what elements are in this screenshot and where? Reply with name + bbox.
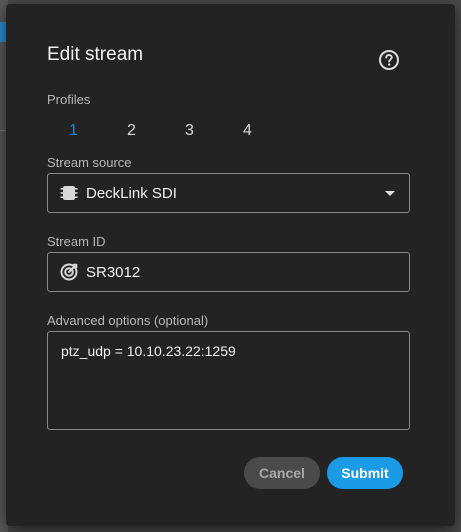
submit-button[interactable]: Submit: [327, 457, 403, 489]
chevron-down-icon[interactable]: [385, 191, 395, 196]
cancel-button[interactable]: Cancel: [244, 457, 320, 489]
stream-id-field[interactable]: SR3012: [47, 252, 410, 292]
advanced-options-label: Advanced options (optional): [47, 313, 209, 328]
dialog-title: Edit stream: [47, 44, 144, 65]
tab-profile-3[interactable]: 3: [163, 122, 221, 144]
target-check-icon: [60, 263, 78, 281]
stream-source-select[interactable]: DeckLink SDI: [47, 173, 410, 213]
stream-source-label: Stream source: [47, 155, 132, 170]
tab-profile-1[interactable]: 1: [47, 122, 105, 144]
edit-stream-dialog: Edit stream Profiles 1 2 3 4 Stream sour…: [6, 4, 455, 526]
profiles-label: Profiles: [47, 92, 91, 107]
stream-source-value: DeckLink SDI: [86, 185, 177, 202]
advanced-options-textarea[interactable]: ptz_udp = 10.10.23.22:1259: [47, 331, 410, 430]
stream-id-value: SR3012: [86, 264, 141, 281]
sdi-card-icon: [60, 186, 78, 200]
help-icon[interactable]: [378, 49, 400, 71]
tab-profile-4[interactable]: 4: [221, 122, 279, 144]
tab-profile-2[interactable]: 2: [105, 122, 163, 144]
stream-id-label: Stream ID: [47, 234, 106, 249]
profile-tabs: 1 2 3 4: [47, 122, 287, 144]
